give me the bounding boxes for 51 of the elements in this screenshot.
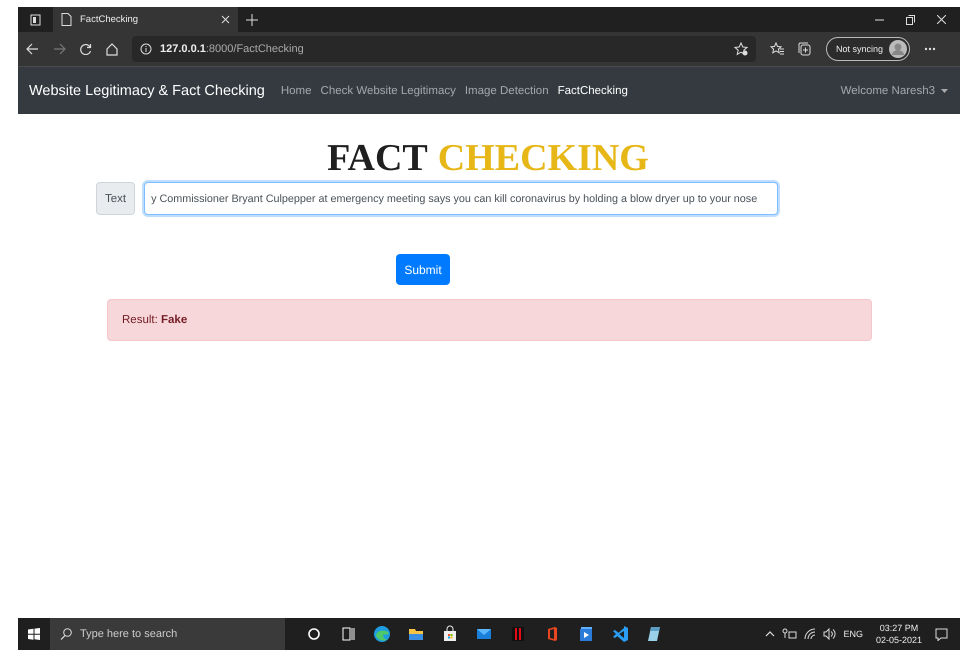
tab-title: FactChecking bbox=[80, 14, 140, 25]
avatar-icon bbox=[889, 40, 907, 58]
plus-icon[interactable] bbox=[246, 14, 258, 26]
page-title-word: CHECKING bbox=[438, 136, 649, 181]
code-editor-icon[interactable] bbox=[611, 625, 629, 643]
refresh-icon[interactable] bbox=[80, 43, 92, 55]
chevron-up-icon[interactable] bbox=[765, 630, 776, 638]
close-icon[interactable] bbox=[937, 15, 946, 24]
more-icon[interactable] bbox=[924, 47, 936, 51]
browser-icon[interactable] bbox=[373, 625, 391, 643]
user-menu[interactable]: Welcome Naresh3 bbox=[840, 84, 948, 96]
submit-button[interactable]: Submit bbox=[396, 254, 450, 285]
info-icon[interactable] bbox=[140, 43, 152, 55]
network-icon[interactable] bbox=[782, 628, 798, 640]
search-icon bbox=[60, 628, 72, 640]
volume-icon[interactable] bbox=[823, 628, 836, 640]
favorites-icon[interactable] bbox=[770, 42, 784, 56]
result-text: Result: Fake bbox=[122, 314, 188, 326]
circle-icon[interactable] bbox=[305, 625, 323, 643]
close-icon[interactable] bbox=[221, 15, 230, 24]
nav-link[interactable]: Home bbox=[280, 84, 312, 96]
caret-icon bbox=[941, 88, 948, 92]
profile-button[interactable]: Not syncing bbox=[826, 37, 910, 61]
video-icon[interactable] bbox=[577, 625, 595, 643]
restore-icon[interactable] bbox=[906, 14, 915, 24]
home-icon[interactable] bbox=[106, 42, 118, 56]
taskbar-clock[interactable]: 03:27 PM 02-05-2021 bbox=[876, 622, 922, 646]
tab-actions-icon[interactable] bbox=[30, 14, 41, 26]
notepad-icon[interactable] bbox=[645, 625, 663, 643]
forward-icon[interactable] bbox=[53, 43, 66, 55]
nav-link[interactable]: Image Detection bbox=[464, 84, 549, 96]
page-title-word: FACT bbox=[327, 136, 428, 181]
site-brand[interactable]: Website Legitimacy & Fact Checking bbox=[29, 82, 265, 98]
url-text: 127.0.0.1:8000/FactChecking bbox=[160, 43, 304, 55]
wifi-icon[interactable] bbox=[804, 628, 816, 640]
nav-link[interactable]: FactChecking bbox=[558, 84, 628, 96]
streaming-app-icon[interactable] bbox=[509, 625, 527, 643]
address-bar[interactable]: 127.0.0.1:8000/FactChecking bbox=[132, 36, 756, 62]
back-icon[interactable] bbox=[26, 43, 39, 55]
notifications-icon[interactable] bbox=[935, 628, 948, 640]
taskbar-search[interactable]: Type here to search bbox=[50, 618, 285, 650]
page-icon bbox=[61, 12, 72, 26]
text-input[interactable]: y Commissioner Bryant Culpepper at emergency meeting says you can kill coronavirus by holding a blow dryer up to your nose bbox=[144, 182, 778, 215]
input-prefix: Text bbox=[96, 182, 136, 215]
add-favorite-icon[interactable] bbox=[734, 42, 748, 56]
language-indicator[interactable]: ENG bbox=[843, 629, 863, 639]
windows-icon[interactable] bbox=[28, 628, 40, 640]
collections-icon[interactable] bbox=[798, 42, 812, 56]
browser-tab[interactable]: FactChecking bbox=[53, 7, 238, 32]
nav-link[interactable]: Check Website Legitimacy bbox=[320, 84, 456, 96]
store-icon[interactable] bbox=[441, 625, 459, 643]
